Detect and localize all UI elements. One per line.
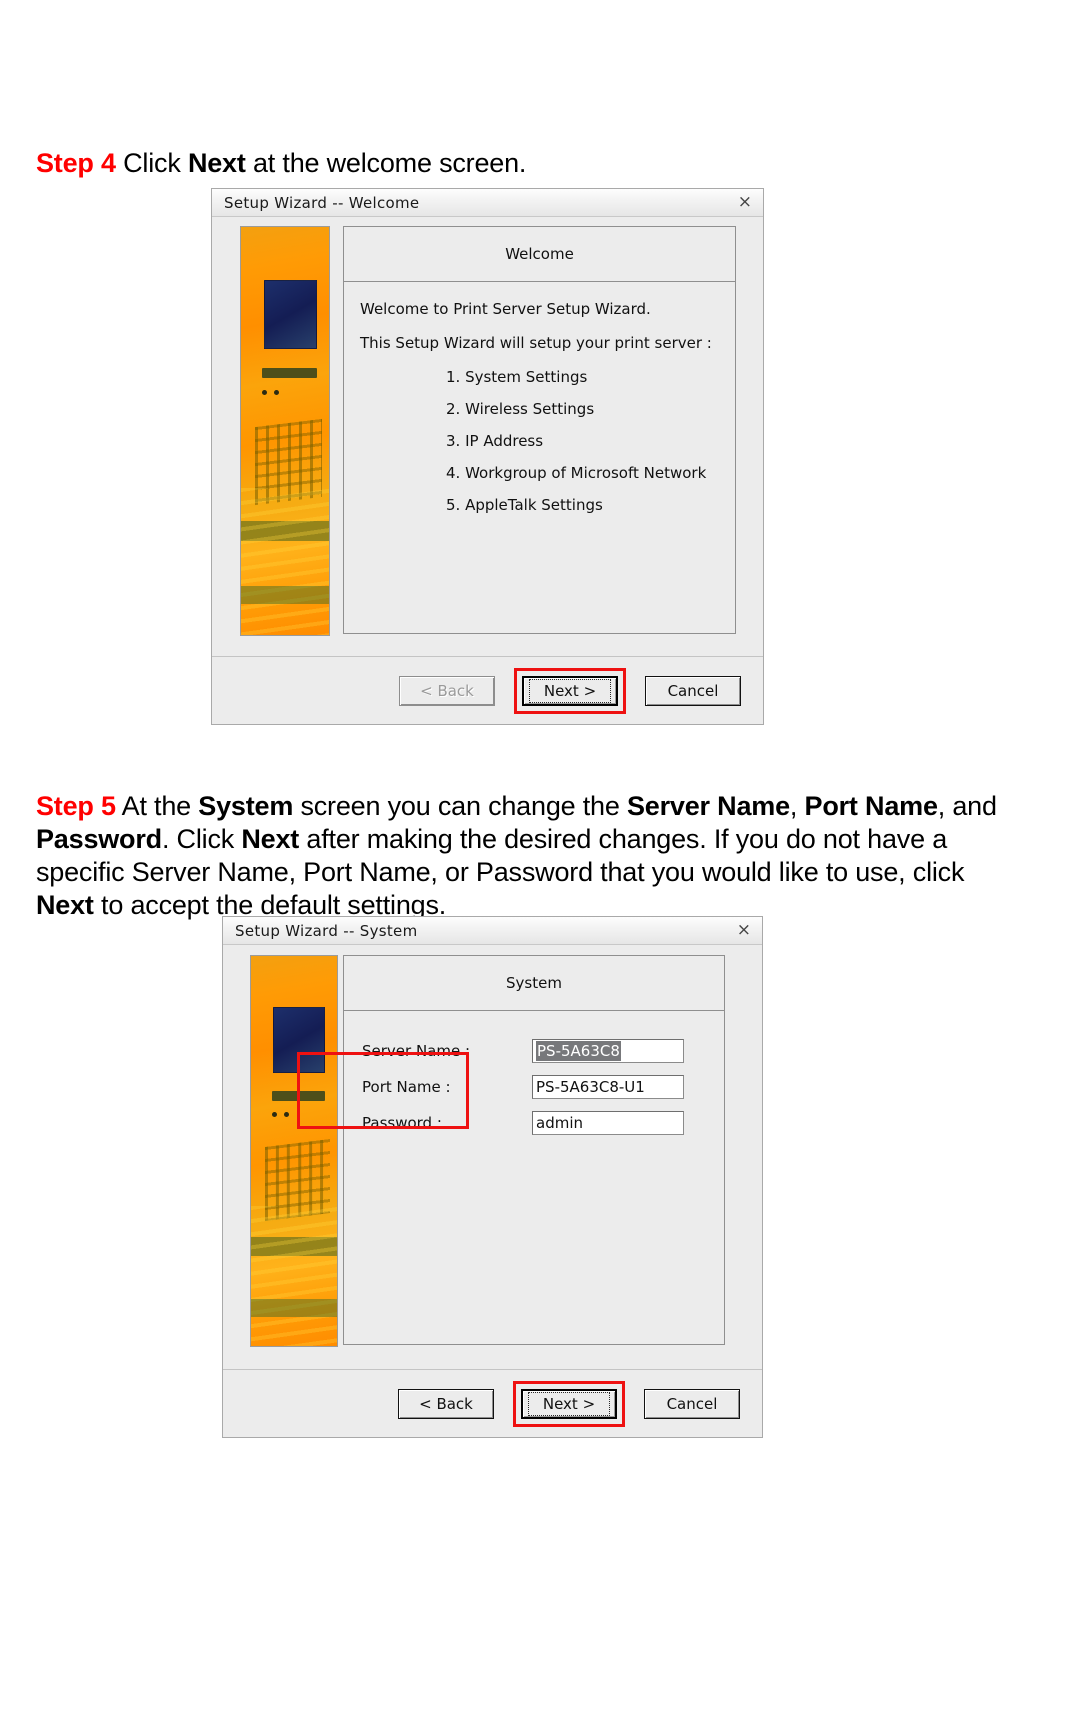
photo-led-dot [262, 390, 268, 396]
step-5-seg-2: screen you can change the [293, 791, 627, 821]
step-5-bold-next-2: Next [36, 890, 94, 920]
welcome-content-panel: Welcome Welcome to Print Server Setup Wi… [343, 226, 736, 634]
close-icon[interactable]: × [735, 194, 755, 211]
server-name-row: Server Name : PS-5A63C8 [344, 1033, 724, 1069]
system-settings-form: Server Name : PS-5A63C8 Port Name : PS-5… [344, 1011, 724, 1141]
back-button[interactable]: < Back [398, 1388, 494, 1419]
welcome-panel-title: Welcome [505, 245, 574, 263]
step-5-label: Step 5 [36, 791, 116, 821]
port-name-input[interactable]: PS-5A63C8-U1 [532, 1075, 684, 1099]
password-label: Password : [362, 1114, 442, 1132]
system-panel-header: System [344, 956, 724, 1011]
welcome-intro-line-2: This Setup Wizard will setup your print … [360, 334, 712, 352]
photo-led-dot [274, 390, 280, 396]
back-button-label: < Back [419, 1394, 473, 1413]
system-dialog-titlebar: Setup Wizard -- System × [223, 917, 762, 945]
system-content-panel: System Server Name : PS-5A63C8 Port Name… [343, 955, 725, 1345]
step-4-instruction: Step 4 Click Next at the welcome screen. [36, 147, 1026, 180]
step-5-bold-password: Password [36, 824, 162, 854]
print-server-product-photo [240, 226, 330, 636]
server-name-value: PS-5A63C8 [536, 1041, 621, 1061]
back-button-label: < Back [420, 681, 474, 700]
step-5-seg-1: At the [115, 791, 199, 821]
back-button[interactable]: < Back [399, 675, 495, 706]
step-5-instruction: Step 5 At the System screen you can chan… [36, 790, 1026, 922]
cancel-button[interactable]: Cancel [645, 675, 741, 706]
photo-color-band [241, 586, 329, 605]
step-5-bold-server-name: Server Name [626, 791, 790, 821]
port-name-label: Port Name : [362, 1078, 451, 1096]
next-button-highlight-frame: Next > [513, 1380, 625, 1427]
welcome-dialog-body: Welcome Welcome to Print Server Setup Wi… [212, 217, 763, 724]
photo-led-dot [283, 1112, 289, 1117]
next-button[interactable]: Next > [521, 1388, 617, 1419]
welcome-panel-header: Welcome [344, 227, 735, 282]
list-item: 1. System Settings [446, 368, 588, 386]
next-button[interactable]: Next > [522, 675, 618, 706]
photo-led-dot [271, 1112, 277, 1117]
list-item: 2. Wireless Settings [446, 400, 595, 418]
system-dialog-body: System Server Name : PS-5A63C8 Port Name… [223, 945, 762, 1437]
server-name-label: Server Name : [362, 1042, 471, 1060]
server-name-input[interactable]: PS-5A63C8 [532, 1039, 684, 1063]
close-icon[interactable]: × [734, 922, 754, 939]
step-5-seg-4: , and [937, 791, 997, 821]
step-5-seg-3: , [789, 791, 805, 821]
list-item: 5. AppleTalk Settings [446, 496, 603, 514]
step-5-bold-system: System [198, 791, 294, 821]
step-5-seg-5: . Click [161, 824, 242, 854]
photo-lcd-screen [263, 280, 317, 350]
welcome-dialog-title: Setup Wizard -- Welcome [224, 193, 420, 212]
step-4-bold-next: Next [187, 148, 246, 178]
next-button-label: Next > [528, 678, 612, 703]
port-name-value: PS-5A63C8-U1 [536, 1078, 645, 1096]
list-item: 3. IP Address [446, 432, 544, 450]
port-name-row: Port Name : PS-5A63C8-U1 [344, 1069, 724, 1105]
step-4-label: Step 4 [36, 148, 116, 178]
cancel-button[interactable]: Cancel [644, 1388, 740, 1419]
photo-slot [271, 1090, 325, 1101]
wizard-steps-list: 1. System Settings 2. Wireless Settings … [360, 368, 719, 514]
welcome-dialog-titlebar: Setup Wizard -- Welcome × [212, 189, 763, 217]
next-button-highlight-frame: Next > [514, 667, 626, 714]
photo-motion-streaks [251, 1205, 337, 1346]
step-5-bold-port-name: Port Name [804, 791, 938, 821]
list-item: 4. Workgroup of Microsoft Network [446, 464, 707, 482]
password-input[interactable]: admin [532, 1111, 684, 1135]
welcome-dialog-footer: < Back Next > Cancel [212, 656, 763, 724]
password-value: admin [536, 1114, 583, 1132]
system-panel-title: System [506, 974, 562, 992]
print-server-product-photo [250, 955, 338, 1347]
step-5-bold-next-1: Next [241, 824, 300, 854]
photo-lcd-screen [273, 1006, 326, 1074]
setup-wizard-system-dialog: Setup Wizard -- System × System Server N… [222, 916, 763, 1438]
cancel-button-label: Cancel [667, 681, 719, 700]
setup-wizard-welcome-dialog: Setup Wizard -- Welcome × Welcome Welcom… [211, 188, 764, 725]
welcome-panel-content: Welcome to Print Server Setup Wizard. Th… [344, 282, 735, 514]
password-row: Password : admin [344, 1105, 724, 1141]
system-dialog-title: Setup Wizard -- System [235, 921, 418, 940]
photo-motion-streaks [241, 488, 329, 635]
step-4-text-after: at the welcome screen. [245, 148, 527, 178]
step-4-text-before: Click [115, 148, 188, 178]
welcome-intro-line-1: Welcome to Print Server Setup Wizard. [360, 300, 651, 318]
photo-slot [262, 367, 317, 379]
cancel-button-label: Cancel [666, 1394, 718, 1413]
next-button-label: Next > [527, 1391, 611, 1416]
system-dialog-footer: < Back Next > Cancel [223, 1369, 762, 1437]
photo-color-band [251, 1299, 337, 1317]
